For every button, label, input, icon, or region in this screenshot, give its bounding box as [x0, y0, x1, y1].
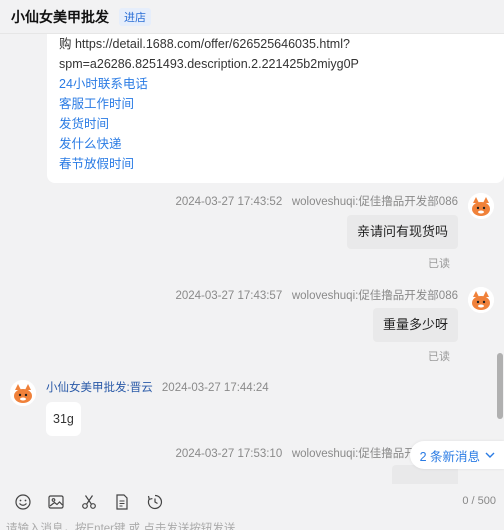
emoji-button[interactable] — [6, 490, 39, 514]
scissors-icon — [81, 495, 96, 509]
history-button[interactable] — [138, 490, 171, 514]
file-icon — [115, 494, 128, 510]
message-time: 2024-03-27 17:43:52 — [175, 196, 283, 208]
message-sender: woloveshuqi:促佳撸品开发部086 — [291, 290, 458, 302]
message-time: 2024-03-27 17:44:24 — [161, 382, 269, 394]
chevron-down-icon — [485, 452, 495, 458]
cat-avatar-icon — [468, 287, 494, 313]
avatar — [10, 380, 36, 406]
cat-avatar-icon — [468, 193, 494, 219]
history-icon — [147, 494, 162, 510]
faq-link[interactable]: 春节放假时间 — [59, 154, 492, 174]
file-button[interactable] — [105, 490, 138, 514]
image-button[interactable] — [39, 490, 72, 514]
cat-avatar-icon — [10, 380, 36, 406]
emoji-icon — [14, 494, 31, 510]
faq-link[interactable]: 发什么快递 — [59, 134, 492, 154]
outgoing-message-bubble: 重量多少呀 — [372, 308, 458, 342]
avatar — [468, 287, 494, 313]
faq-message-bubble: 购 https://detail.1688.com/offer/62652564… — [47, 34, 504, 183]
shop-name: 小仙女美甲批发 — [11, 8, 109, 25]
faq-link[interactable]: 客服工作时间 — [59, 94, 492, 114]
scrollbar-thumb[interactable] — [497, 353, 503, 419]
input-toolbar — [0, 486, 504, 518]
message-sender: woloveshuqi:促佳撸品开发部086 — [291, 196, 458, 208]
message-sender: 小仙女美甲批发:晋云 — [46, 382, 153, 394]
screenshot-button[interactable] — [72, 490, 105, 514]
outgoing-message-bubble: 亲请问有现货吗 — [346, 215, 458, 249]
image-icon — [47, 495, 64, 509]
new-messages-label: 2 条新消息 — [419, 449, 480, 464]
message-list[interactable]: 购 https://detail.1688.com/offer/62652564… — [0, 34, 504, 484]
message-meta: 2024-03-27 17:43:57 woloveshuqi:促佳撸品开发部0… — [175, 287, 458, 303]
message-meta: 小仙女美甲批发:晋云 2024-03-27 17:44:24 — [46, 379, 269, 395]
message-text: spm=a26286.8251493.description.2.221425b… — [59, 57, 359, 71]
char-counter: 0 / 500 — [462, 495, 496, 507]
read-status: 已读 — [428, 351, 450, 363]
faq-link[interactable]: 24小时联系电话 — [59, 74, 492, 94]
chat-header: 小仙女美甲批发 进店 — [0, 0, 504, 34]
message-time: 2024-03-27 17:53:10 — [175, 448, 283, 460]
incoming-message-bubble: 31g — [46, 402, 81, 436]
message-meta: 2024-03-27 17:43:52 woloveshuqi:促佳撸品开发部0… — [175, 193, 458, 209]
message-text: 购 https://detail.1688.com/offer/62652564… — [59, 37, 350, 51]
message-time: 2024-03-27 17:43:57 — [175, 290, 283, 302]
new-messages-button[interactable]: 2 条新消息 — [409, 441, 504, 469]
faq-link[interactable]: 发货时间 — [59, 114, 492, 134]
avatar — [468, 193, 494, 219]
read-status: 已读 — [428, 258, 450, 270]
message-input[interactable]: 请输入消息，按Enter键 或 点击发送按钮发送 — [6, 520, 235, 530]
enter-shop-button[interactable]: 进店 — [119, 7, 151, 26]
